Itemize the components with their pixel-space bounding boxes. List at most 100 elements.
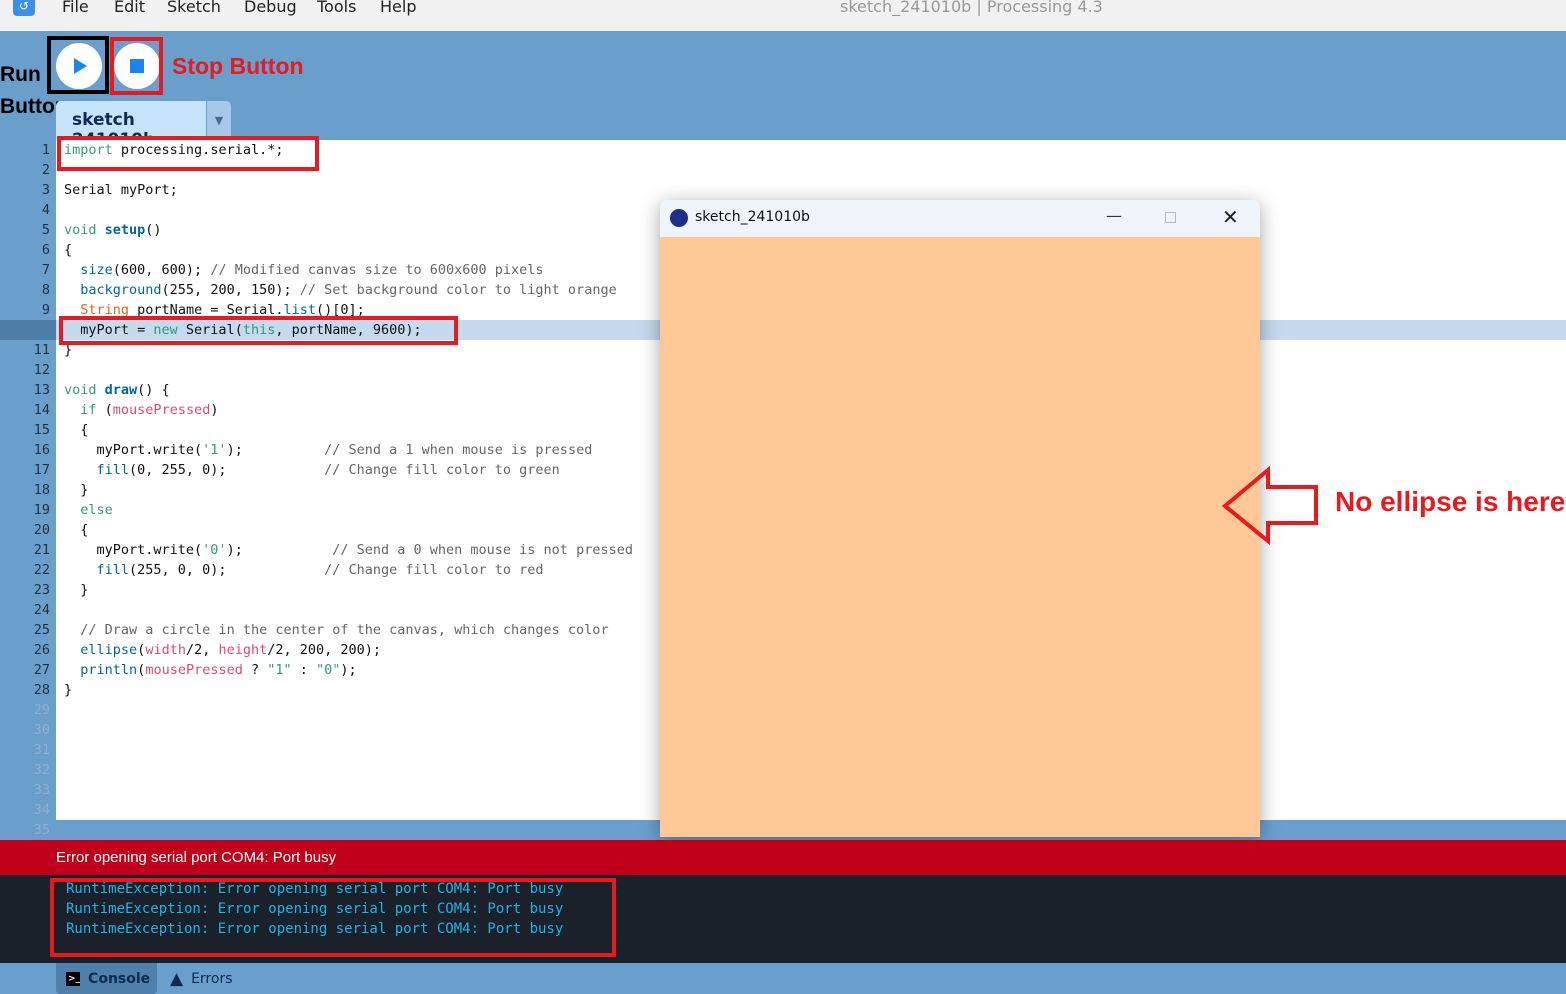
line-number-gutter: 1234567891011121314151617181920212223242… <box>0 140 56 840</box>
code-token: // Change fill color to red <box>324 562 544 578</box>
code-token: } <box>64 682 73 698</box>
line-number: 15 <box>33 422 50 438</box>
line-number: 28 <box>33 682 50 698</box>
tab-console-label: Console <box>88 970 151 987</box>
code-token: } <box>64 482 89 498</box>
code-token: (600, 600); <box>112 262 211 278</box>
window-title: sketch_241010b | Processing 4.3 <box>840 0 1103 16</box>
sketch-window-titlebar[interactable]: sketch_241010b — ✕ <box>660 200 1260 237</box>
code-token: { <box>64 422 89 438</box>
code-token: // Change fill color to green <box>324 462 560 478</box>
minimize-icon[interactable]: — <box>1106 206 1122 225</box>
line-number: 24 <box>33 602 50 618</box>
code-line[interactable]: println(mousePressed ? "1" : "0"); <box>64 660 357 680</box>
code-token: background <box>80 282 162 298</box>
code-line[interactable]: if (mousePressed) <box>64 400 218 420</box>
code-line[interactable]: } <box>64 580 88 600</box>
menu-help[interactable]: Help <box>380 0 416 16</box>
code-line[interactable]: { <box>64 420 88 440</box>
menu-tools[interactable]: Tools <box>317 0 356 16</box>
code-token: draw <box>104 382 138 398</box>
terminal-icon: >_ <box>66 971 81 986</box>
sketch-app-icon <box>670 209 688 227</box>
code-token: void <box>64 222 97 238</box>
code-token: "1" <box>267 662 292 678</box>
sketch-window[interactable]: sketch_241010b — ✕ <box>660 200 1260 837</box>
menu-sketch[interactable]: Sketch <box>167 0 221 16</box>
tab-dropdown-icon[interactable]: ▼ <box>207 101 231 140</box>
code-token: else <box>80 502 113 518</box>
code-line[interactable]: ellipse(width/2, height/2, 200, 200); <box>64 640 381 660</box>
code-token: ); <box>226 542 333 558</box>
code-line[interactable]: else <box>64 500 113 520</box>
line-number: 21 <box>33 542 50 558</box>
code-line[interactable]: } <box>64 680 72 700</box>
line-number: 17 <box>33 462 50 478</box>
code-token: Serial myPort; <box>64 182 178 198</box>
current-line-gutter <box>0 320 56 340</box>
code-line[interactable]: size(600, 600); // Modified canvas size … <box>64 260 543 280</box>
line-number: 26 <box>33 642 50 658</box>
code-token: ( <box>96 402 113 418</box>
code-token: height <box>218 642 268 658</box>
tab-sketch[interactable]: sketch 241010b <box>56 101 206 150</box>
code-line[interactable]: } <box>64 480 88 500</box>
close-icon[interactable]: ✕ <box>1222 205 1239 229</box>
code-line[interactable]: { <box>64 240 72 260</box>
line-number: 35 <box>33 822 50 838</box>
line-number: 25 <box>33 622 50 638</box>
menu-edit[interactable]: Edit <box>114 0 145 16</box>
code-token: '0' <box>202 542 227 558</box>
code-token: myPort.write( <box>64 542 203 558</box>
console-annotation-box <box>50 878 616 957</box>
code-line[interactable]: background(255, 200, 150); // Set backgr… <box>64 280 616 300</box>
code-token: size <box>80 262 113 278</box>
line-number: 34 <box>33 802 50 818</box>
code-token: ); <box>340 662 357 678</box>
arrow-left-icon <box>1221 465 1318 546</box>
line-number: 22 <box>33 562 50 578</box>
toolbar: Run Button Stop Button <box>0 31 1566 140</box>
menu-debug[interactable]: Debug <box>244 0 297 16</box>
code-token: (255, 200, 150); <box>161 282 300 298</box>
code-line[interactable]: void setup() <box>64 220 162 240</box>
code-token: println <box>80 662 138 678</box>
code-line[interactable]: void draw() { <box>64 380 170 400</box>
line-number: 4 <box>41 202 50 218</box>
code-line[interactable]: myPort.write('0'); // Send a 0 when mous… <box>64 540 633 560</box>
maximize-icon[interactable] <box>1165 212 1176 223</box>
code-line[interactable]: // Draw a circle in the center of the ca… <box>64 620 608 640</box>
code-line[interactable]: fill(0, 255, 0); // Change fill color to… <box>64 460 560 480</box>
line-number: 8 <box>41 282 50 298</box>
code-line[interactable]: { <box>64 520 88 540</box>
line-number: 31 <box>33 742 50 758</box>
code-token: void <box>64 382 97 398</box>
code-line[interactable]: myPort.write('1'); // Send a 1 when mous… <box>64 440 593 460</box>
code-token: mousePressed <box>145 662 243 678</box>
code-token: '1' <box>202 442 227 458</box>
code-token: ) <box>210 402 219 418</box>
tab-console[interactable]: >_ Console <box>56 963 157 994</box>
code-token: (255, 0, 0); <box>129 562 325 578</box>
code-token: setup <box>104 222 146 238</box>
menu-file[interactable]: File <box>62 0 89 16</box>
code-token: if <box>80 402 97 418</box>
warning-icon: ▲ <box>170 968 184 989</box>
sketch-canvas[interactable] <box>660 237 1260 837</box>
code-line[interactable]: Serial myPort; <box>64 180 178 200</box>
code-token: // Send a 0 when mouse is not pressed <box>332 542 633 558</box>
line-number: 11 <box>33 342 50 358</box>
tab-errors[interactable]: ▲ Errors <box>160 963 243 994</box>
code-line[interactable]: fill(255, 0, 0); // Change fill color to… <box>64 560 544 580</box>
stop-button-label: Stop Button <box>172 53 304 79</box>
code-token: ellipse <box>80 642 138 658</box>
console-output[interactable]: RuntimeException: Error opening serial p… <box>0 875 1566 963</box>
code-token: // Send a 1 when mouse is pressed <box>324 442 593 458</box>
